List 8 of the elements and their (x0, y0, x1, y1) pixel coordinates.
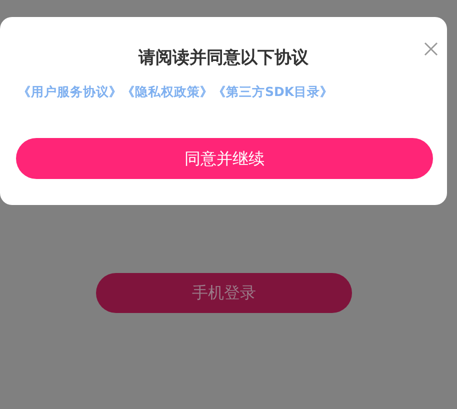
phone-login-button[interactable]: 手机登录 (96, 273, 352, 313)
close-icon (424, 42, 438, 56)
close-button[interactable] (423, 41, 439, 57)
agreement-link[interactable]: 《隐私权政策》 (122, 83, 213, 101)
agreement-link[interactable]: 《第三方SDK目录》 (213, 83, 334, 101)
agree-continue-button[interactable]: 同意并继续 (16, 138, 433, 179)
agreement-link[interactable]: 《用户服务协议》 (18, 83, 122, 101)
dialog-title: 请阅读并同意以下协议 (138, 47, 308, 69)
